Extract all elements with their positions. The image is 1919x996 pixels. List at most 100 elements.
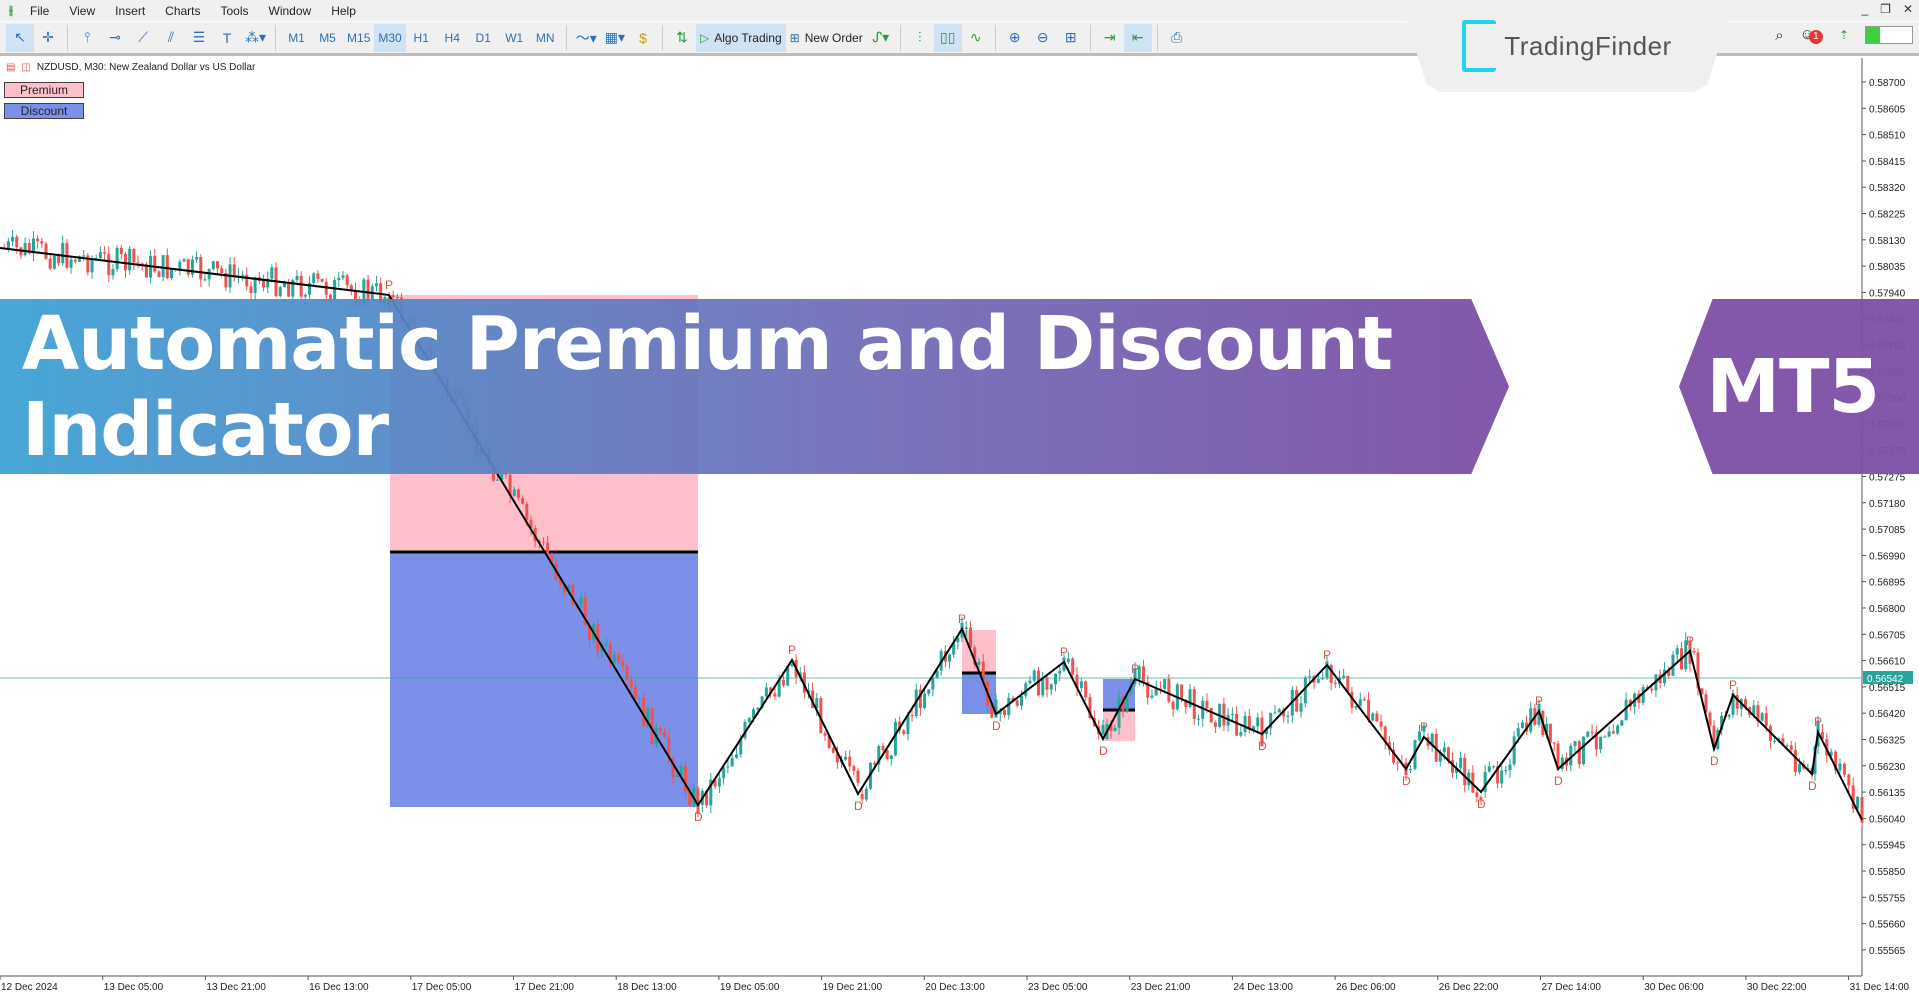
candle-body: [115, 247, 119, 270]
candle-body: [178, 261, 182, 269]
search-icon[interactable]: ⌕: [1775, 27, 1783, 44]
candle-body: [1459, 757, 1463, 768]
dip-label: D: [1808, 779, 1817, 793]
tf-mn[interactable]: MN: [530, 24, 561, 52]
price-tick-label: 0.58320: [1869, 183, 1906, 194]
text-icon[interactable]: T: [213, 24, 241, 52]
tile-windows-icon[interactable]: ⊞: [1057, 24, 1085, 52]
candle-body: [964, 627, 968, 629]
candle-body: [756, 707, 760, 710]
notifications-icon[interactable]: ☺1: [1800, 26, 1823, 44]
candle-body: [245, 274, 249, 287]
candle-body: [241, 274, 245, 276]
cursor-icon[interactable]: ↖: [6, 23, 34, 52]
menu-file[interactable]: File: [20, 4, 59, 18]
menu-help[interactable]: Help: [321, 4, 366, 18]
candle-body: [299, 275, 303, 297]
candlestick-icon[interactable]: ▯▯: [933, 23, 962, 52]
new-order-button[interactable]: ⊞ New Order: [786, 24, 867, 52]
indicators-icon[interactable]: 〜▾: [572, 24, 601, 52]
close-icon[interactable]: ✕: [1903, 2, 1913, 16]
candle-body: [1243, 716, 1247, 733]
candle-body: [337, 277, 341, 281]
candle-body: [663, 731, 667, 738]
menu-insert[interactable]: Insert: [105, 4, 155, 18]
time-tick-label: 26 Dec 06:00: [1336, 982, 1396, 993]
shapes-icon[interactable]: ⁂▾: [241, 24, 270, 52]
restore-icon[interactable]: ❐: [1880, 2, 1891, 16]
level-icon[interactable]: ⇡: [1839, 28, 1849, 42]
peak-label: P: [1131, 662, 1139, 676]
play-icon: ▷: [700, 30, 710, 45]
channel-icon[interactable]: ⫽: [157, 24, 185, 52]
candle-body: [1020, 695, 1023, 706]
zoom-out-icon[interactable]: ⊖: [1029, 24, 1057, 52]
candle-body: [1586, 731, 1590, 737]
candle-body: [15, 236, 19, 248]
candle-body: [658, 727, 662, 732]
candle-body: [169, 268, 173, 279]
app-icon: ⫲: [9, 3, 13, 17]
candle-body: [1295, 689, 1299, 712]
line-chart-icon[interactable]: ∿: [962, 24, 990, 52]
tf-m30[interactable]: M30: [374, 23, 406, 52]
time-tick-label: 31 Dec 14:00: [1850, 982, 1910, 993]
tf-h1[interactable]: H1: [406, 24, 437, 52]
tf-m5[interactable]: M5: [312, 24, 343, 52]
candle-body: [182, 259, 186, 262]
candle-body: [1487, 766, 1491, 772]
screenshot-icon[interactable]: ⎙: [1163, 24, 1191, 52]
fibonacci-icon[interactable]: ☰: [185, 24, 213, 52]
trade-chart-icon[interactable]: ᔑ▾: [867, 24, 895, 52]
candle-body: [157, 271, 161, 278]
algo-trading-button[interactable]: ▷ Algo Trading: [696, 23, 786, 52]
banner-platform: MT5: [1706, 343, 1880, 430]
bar-chart-icon[interactable]: ⫶: [906, 24, 934, 52]
horizontal-line-icon[interactable]: ⊸: [101, 24, 129, 52]
peak-label: P: [1060, 645, 1068, 659]
price-tick-label: 0.56040: [1869, 814, 1906, 825]
candle-body: [1299, 703, 1303, 712]
menu-charts[interactable]: Charts: [155, 4, 210, 18]
candle-body: [629, 680, 633, 687]
chart-template-icon[interactable]: ▦▾: [601, 24, 629, 52]
tf-m15[interactable]: M15: [343, 24, 374, 52]
dip-label: D: [1477, 797, 1486, 811]
chart-shift-icon[interactable]: ⇤: [1123, 23, 1152, 52]
candle-body: [1599, 736, 1603, 750]
crosshair-icon[interactable]: ✛: [34, 24, 62, 52]
autoscroll-icon[interactable]: ⇥: [1096, 24, 1124, 52]
menu-tools[interactable]: Tools: [211, 4, 259, 18]
tf-m1[interactable]: M1: [281, 24, 312, 52]
candle-body: [52, 255, 56, 269]
menu-window[interactable]: Window: [259, 4, 322, 18]
tf-h4[interactable]: H4: [437, 24, 468, 52]
dip-label: D: [694, 810, 703, 824]
tf-w1[interactable]: W1: [499, 24, 530, 52]
peak-label: P: [385, 278, 393, 292]
menu-view[interactable]: View: [59, 4, 105, 18]
candle-body: [1785, 745, 1789, 747]
price-chart[interactable]: 0.58700 0.58605 0.58510 0.58415 0.58320 0.582…: [0, 58, 1919, 996]
time-tick-label: 24 Dec 13:00: [1233, 982, 1293, 993]
logo-text: TradingFinder: [1504, 30, 1672, 61]
minimize-icon[interactable]: _: [1861, 2, 1868, 16]
peak-label: P: [1420, 720, 1428, 734]
vertical-line-icon[interactable]: ⫯: [73, 24, 101, 52]
tf-d1[interactable]: D1: [468, 24, 499, 52]
candle-body: [128, 248, 132, 271]
symbol-info-text: NZDUSD, M30: New Zealand Dollar vs US Do…: [36, 62, 256, 73]
trendline-icon[interactable]: ⟋: [129, 24, 157, 52]
zoom-in-icon[interactable]: ⊕: [1001, 24, 1029, 52]
candle-body: [1520, 722, 1524, 729]
candle-body: [57, 255, 61, 264]
candle-body: [1113, 727, 1117, 732]
signals-icon[interactable]: $: [629, 24, 657, 52]
buy-sell-icon[interactable]: ⇅: [668, 24, 696, 52]
price-tick-label: 0.58510: [1869, 131, 1906, 142]
candle-body: [1463, 757, 1467, 786]
candle-body: [893, 721, 897, 756]
candle-body: [1573, 741, 1577, 746]
discount-legend: Discount: [4, 103, 84, 119]
candle-body: [1084, 681, 1088, 698]
